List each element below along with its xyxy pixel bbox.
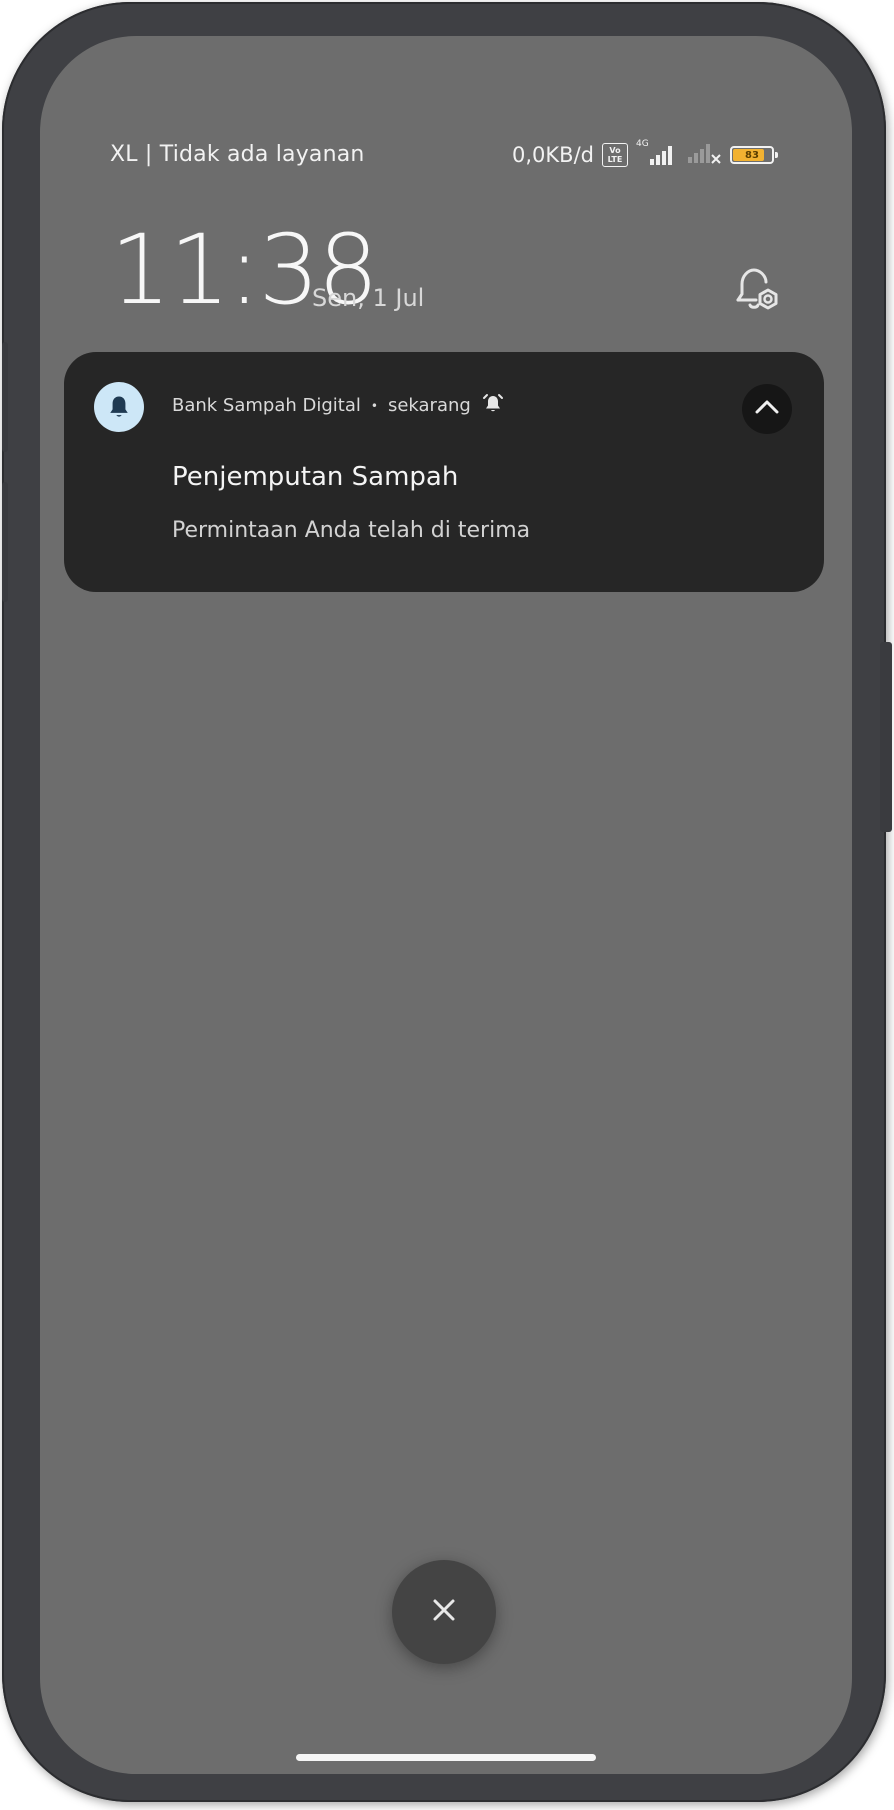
close-icon: [429, 1595, 459, 1629]
volte-bottom-label: LTE: [607, 155, 623, 164]
notification-separator: •: [370, 398, 378, 413]
dismiss-button[interactable]: [392, 1560, 496, 1664]
battery-level: 83: [745, 149, 759, 161]
notification-body: Permintaan Anda telah di terima: [172, 518, 531, 543]
battery-icon: 83: [730, 146, 778, 164]
volume-down-button: [2, 482, 8, 602]
bell-icon: [94, 382, 144, 432]
alarm-bell-icon: [481, 392, 505, 419]
notification-settings-icon[interactable]: [728, 262, 784, 318]
notification-timestamp: sekarang: [387, 395, 471, 416]
chevron-up-icon: [754, 399, 780, 419]
carrier-status: XL | Tidak ada layanan: [110, 142, 365, 167]
notification-title: Penjemputan Sampah: [172, 462, 459, 492]
power-button: [880, 642, 892, 832]
volte-top-label: Vo: [609, 146, 621, 155]
collapse-button[interactable]: [742, 384, 792, 434]
phone-frame: XL | Tidak ada layanan 0,0KB/d Vo LTE 4G: [2, 2, 892, 1802]
notification-card[interactable]: Bank Sampah Digital • sekarang Penjemput…: [64, 352, 824, 592]
home-indicator[interactable]: [296, 1754, 596, 1761]
volume-up-button: [2, 342, 8, 452]
signal-icon: 4G: [636, 139, 678, 167]
network-speed: 0,0KB/d: [512, 143, 594, 167]
no-signal-icon: [686, 141, 722, 170]
status-icons: 0,0KB/d Vo LTE 4G 83: [512, 139, 778, 170]
notification-app-name: Bank Sampah Digital: [172, 395, 361, 416]
notification-header: Bank Sampah Digital • sekarang: [172, 392, 505, 419]
volte-icon: Vo LTE: [602, 143, 628, 167]
lockscreen-date: Sen, 1 Jul: [312, 284, 425, 312]
lock-screen: XL | Tidak ada layanan 0,0KB/d Vo LTE 4G: [40, 36, 852, 1774]
